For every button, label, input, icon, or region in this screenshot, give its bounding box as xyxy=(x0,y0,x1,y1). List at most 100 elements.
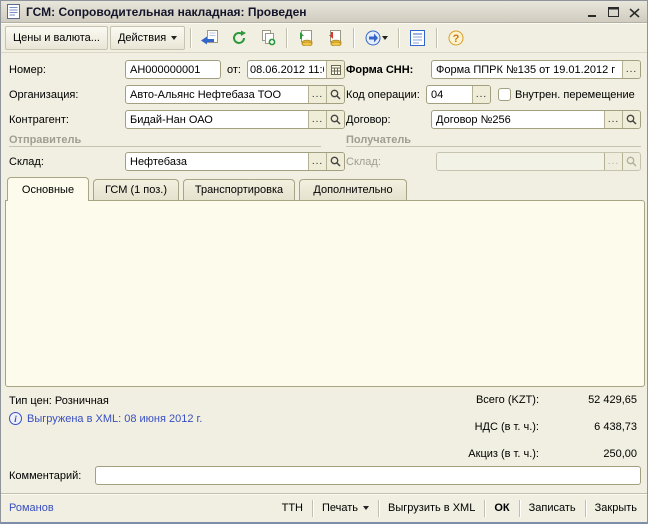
comment-input[interactable] xyxy=(96,467,640,484)
cancel-postings-button[interactable] xyxy=(321,26,348,50)
total-value: 52 429,65 xyxy=(588,394,637,406)
prices-currency-label: Цены и валюта... xyxy=(13,32,100,44)
tab-label: ГСМ (1 поз.) xyxy=(105,184,167,196)
minimize-button[interactable] xyxy=(586,6,599,18)
date-field[interactable] xyxy=(247,60,345,79)
tab-label: Транспортировка xyxy=(195,184,283,196)
receiver-warehouse-label: Склад: xyxy=(346,156,381,168)
choose-button[interactable]: ... xyxy=(604,111,622,128)
sender-warehouse-label: Склад: xyxy=(9,156,44,168)
counterparty-input[interactable] xyxy=(126,111,308,128)
calendar-icon[interactable] xyxy=(326,61,344,78)
choose-button[interactable]: ... xyxy=(622,61,640,78)
organization-input[interactable] xyxy=(126,86,308,103)
chevron-down-icon xyxy=(363,506,369,510)
info-icon: i xyxy=(9,412,22,425)
choose-button: ... xyxy=(604,153,622,170)
document-postings-button[interactable] xyxy=(292,26,319,50)
operation-code-input[interactable] xyxy=(427,86,472,103)
date-prefix-label: от: xyxy=(227,64,241,76)
copy-document-button[interactable] xyxy=(254,26,281,50)
number-input[interactable] xyxy=(126,61,220,78)
tab-transportation[interactable]: Транспортировка xyxy=(183,179,295,200)
magnifier-icon xyxy=(622,153,640,170)
contract-label: Договор: xyxy=(346,114,391,126)
refresh-button[interactable] xyxy=(225,26,252,50)
choose-button[interactable]: ... xyxy=(308,111,326,128)
close-button[interactable] xyxy=(628,6,641,18)
print-button[interactable]: Печать xyxy=(313,498,378,518)
internal-move-checkbox[interactable] xyxy=(498,88,511,101)
toolbar-separator xyxy=(286,28,287,48)
counterparty-label: Контрагент: xyxy=(9,114,69,126)
xml-export-note: Выгружена в XML: 08 июня 2012 г. xyxy=(27,413,202,425)
toolbar: Цены и валюта... Действия xyxy=(1,23,647,53)
comment-field[interactable] xyxy=(95,466,641,485)
help-button[interactable]: ? xyxy=(442,26,469,50)
actions-label: Действия xyxy=(118,32,166,44)
number-field[interactable] xyxy=(125,60,221,79)
main-tab-panel xyxy=(5,200,645,387)
excise-label: Акциз (в т. ч.): xyxy=(468,448,539,460)
tab-label: Дополнительно xyxy=(313,184,392,196)
number-label: Номер: xyxy=(9,64,46,76)
magnifier-icon[interactable] xyxy=(326,153,344,170)
tab-main[interactable]: Основные xyxy=(7,177,89,201)
maximize-button[interactable] xyxy=(607,6,620,18)
prices-currency-button[interactable]: Цены и валюта... xyxy=(5,26,108,50)
contract-field[interactable]: ... xyxy=(431,110,641,129)
export-xml-button[interactable]: Выгрузить в XML xyxy=(379,498,484,518)
print-label: Печать xyxy=(322,502,358,514)
total-label: Всего (KZT): xyxy=(476,394,539,406)
tab-additional[interactable]: Дополнительно xyxy=(299,179,407,200)
go-to-button[interactable] xyxy=(359,26,393,50)
price-type-text: Тип цен: Розничная xyxy=(9,395,109,407)
receiver-section-title: Получатель xyxy=(346,134,411,146)
document-icon xyxy=(7,4,20,19)
save-button[interactable]: Записать xyxy=(520,498,585,518)
section-divider xyxy=(346,146,641,147)
svg-text:?: ? xyxy=(452,33,459,45)
status-bar: Романов ТТН Печать Выгрузить в XML ОК За… xyxy=(1,493,647,522)
section-divider xyxy=(9,146,321,147)
excise-value: 250,00 xyxy=(603,448,637,460)
vat-label: НДС (в т. ч.): xyxy=(475,421,539,433)
receiver-warehouse-input xyxy=(437,153,604,170)
close-form-button[interactable]: Закрыть xyxy=(586,498,639,518)
ok-button[interactable]: ОК xyxy=(485,498,518,518)
magnifier-icon[interactable] xyxy=(622,111,640,128)
magnifier-icon[interactable] xyxy=(326,86,344,103)
snn-form-field[interactable]: ... xyxy=(431,60,641,79)
ttn-button[interactable]: ТТН xyxy=(273,498,312,518)
snn-form-input[interactable] xyxy=(432,61,622,78)
sender-section-title: Отправитель xyxy=(9,134,81,146)
user-name-link[interactable]: Романов xyxy=(9,502,273,514)
actions-menu-button[interactable]: Действия xyxy=(110,26,185,50)
operation-code-field[interactable]: ... xyxy=(426,85,491,104)
title-bar: ГСМ: Сопроводительная накладная: Проведе… xyxy=(1,1,647,23)
receiver-warehouse-field: ... xyxy=(436,152,641,171)
document-window: ГСМ: Сопроводительная накладная: Проведе… xyxy=(0,0,648,524)
toolbar-separator xyxy=(190,28,191,48)
operation-code-label: Код операции: xyxy=(346,89,420,101)
tab-label: Основные xyxy=(22,184,74,196)
contract-input[interactable] xyxy=(432,111,604,128)
subordination-structure-button[interactable] xyxy=(404,26,431,50)
choose-button[interactable]: ... xyxy=(472,86,490,103)
sender-warehouse-field[interactable]: ... xyxy=(125,152,345,171)
counterparty-field[interactable]: ... xyxy=(125,110,345,129)
chevron-down-icon xyxy=(171,36,177,40)
magnifier-icon[interactable] xyxy=(326,111,344,128)
tab-gsm[interactable]: ГСМ (1 поз.) xyxy=(93,179,179,200)
window-title: ГСМ: Сопроводительная накладная: Проведе… xyxy=(26,5,580,19)
organization-field[interactable]: ... xyxy=(125,85,345,104)
date-input[interactable] xyxy=(248,61,326,78)
toolbar-separator xyxy=(436,28,437,48)
comment-label: Комментарий: xyxy=(9,470,81,482)
choose-button[interactable]: ... xyxy=(308,153,326,170)
sender-warehouse-input[interactable] xyxy=(126,153,308,170)
toolbar-separator xyxy=(398,28,399,48)
reread-document-button[interactable] xyxy=(196,26,223,50)
choose-button[interactable]: ... xyxy=(308,86,326,103)
internal-move-label: Внутрен. перемещение xyxy=(515,89,635,101)
